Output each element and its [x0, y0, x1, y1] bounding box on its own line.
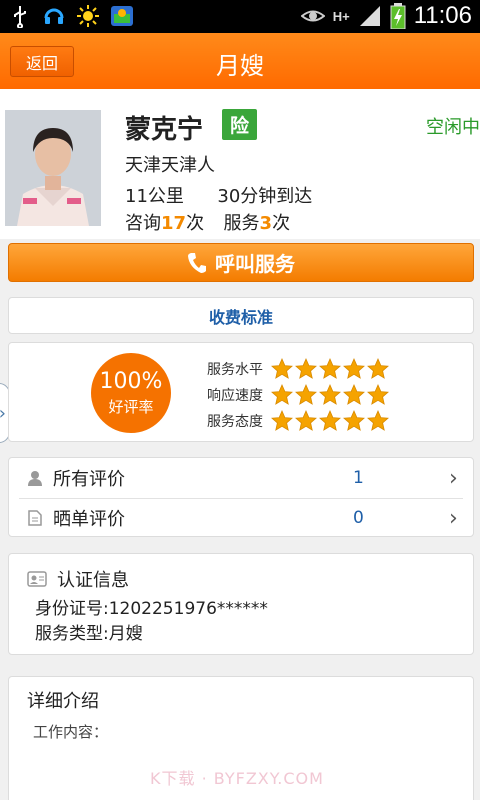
details-title: 详细介绍	[27, 691, 99, 712]
star-icon	[319, 410, 341, 431]
page-title: 月嫂	[216, 52, 264, 80]
insurance-badge: 险	[222, 109, 257, 140]
all-reviews-label: 所有评价	[53, 469, 125, 490]
photo-reviews-row[interactable]: 晒单评价 0 ›	[9, 498, 473, 538]
service-prefix: 服务	[223, 213, 260, 234]
star-icon	[295, 358, 317, 379]
counts-line: 咨询17次 服务3次	[125, 209, 290, 235]
battery-charging-icon	[390, 3, 406, 29]
chevron-right-icon: ›	[449, 465, 458, 491]
rating-row: 服务水平	[207, 358, 389, 380]
star-rating	[271, 384, 389, 406]
service-count: 3	[259, 213, 273, 234]
app-icon	[111, 6, 133, 26]
star-icon	[271, 410, 293, 431]
work-content-label: 工作内容：	[33, 723, 109, 741]
arrival-time: 30分钟到达	[217, 186, 313, 207]
distance-line: 11公里 30分钟到达	[125, 182, 312, 208]
document-icon	[28, 510, 42, 526]
title-bar: 返回 月嫂	[0, 33, 480, 89]
star-icon	[295, 410, 317, 431]
positive-rate-percent: 100%	[99, 369, 163, 394]
chevron-right-icon: ›	[0, 403, 6, 424]
distance: 11公里	[125, 186, 184, 207]
chevron-right-icon: ›	[449, 505, 458, 531]
certification-title: 认证信息	[57, 570, 129, 591]
star-icon	[343, 358, 365, 379]
star-rating	[271, 410, 389, 432]
hometown: 天津天津人	[125, 155, 215, 176]
rating-row: 响应速度	[207, 384, 389, 406]
rating-card: 100% 好评率 服务水平响应速度服务态度	[8, 342, 474, 442]
user-icon	[28, 471, 42, 486]
rating-label: 服务态度	[207, 414, 263, 430]
phone-icon	[188, 252, 206, 273]
availability-status: 空闲中	[426, 117, 480, 138]
network-h-plus-icon: H+	[332, 8, 350, 24]
certification-card: 认证信息 身份证号:1202251976****** 服务类型:月嫂	[8, 553, 474, 655]
reviews-card: 所有评价 1 › 晒单评价 0 ›	[8, 457, 474, 537]
status-bar: H+ 11:06	[0, 0, 480, 33]
star-rating	[271, 358, 389, 380]
star-icon	[319, 358, 341, 379]
certification-header: 认证信息	[27, 566, 129, 592]
star-icon	[343, 384, 365, 405]
consult-suffix: 次	[186, 213, 205, 234]
sun-icon	[77, 5, 99, 27]
id-number: 身份证号:1202251976******	[35, 599, 268, 619]
signal-icon	[359, 6, 380, 26]
star-icon	[295, 384, 317, 405]
consult-count: 17	[161, 213, 187, 234]
call-service-button[interactable]: 呼叫服务	[8, 243, 474, 282]
star-icon	[319, 384, 341, 405]
worker-name: 蒙克宁	[125, 115, 204, 145]
headset-icon	[44, 8, 64, 24]
rating-row: 服务态度	[207, 410, 389, 432]
consult-prefix: 咨询	[125, 213, 161, 234]
all-reviews-count: 1	[353, 468, 364, 488]
usb-icon	[14, 6, 26, 28]
call-service-label: 呼叫服务	[215, 252, 295, 276]
all-reviews-row[interactable]: 所有评价 1 ›	[9, 458, 473, 498]
rating-label: 响应速度	[207, 388, 263, 404]
photo-reviews-count: 0	[353, 508, 364, 528]
star-icon	[271, 384, 293, 405]
fee-standard-button[interactable]: 收费标准	[8, 297, 474, 334]
watermark: K下载 · BYFZXY.COM	[150, 769, 324, 788]
service-type: 服务类型:月嫂	[35, 624, 143, 644]
service-suffix: 次	[272, 213, 291, 234]
star-icon	[367, 410, 389, 431]
star-icon	[367, 358, 389, 379]
clock: 11:06	[413, 2, 472, 29]
id-card-icon	[27, 571, 47, 587]
positive-rate-label: 好评率	[108, 398, 154, 416]
star-icon	[271, 358, 293, 379]
eye-icon	[300, 10, 325, 22]
photo-reviews-label: 晒单评价	[53, 509, 125, 530]
star-icon	[343, 410, 365, 431]
star-icon	[367, 384, 389, 405]
rating-label: 服务水平	[207, 362, 263, 378]
profile-section: 蒙克宁 险 空闲中 天津天津人 11公里 30分钟到达 咨询17次 服务3次	[0, 89, 480, 239]
person-photo	[5, 110, 101, 226]
avatar[interactable]	[5, 110, 101, 226]
positive-rate-badge: 100% 好评率	[91, 353, 171, 433]
